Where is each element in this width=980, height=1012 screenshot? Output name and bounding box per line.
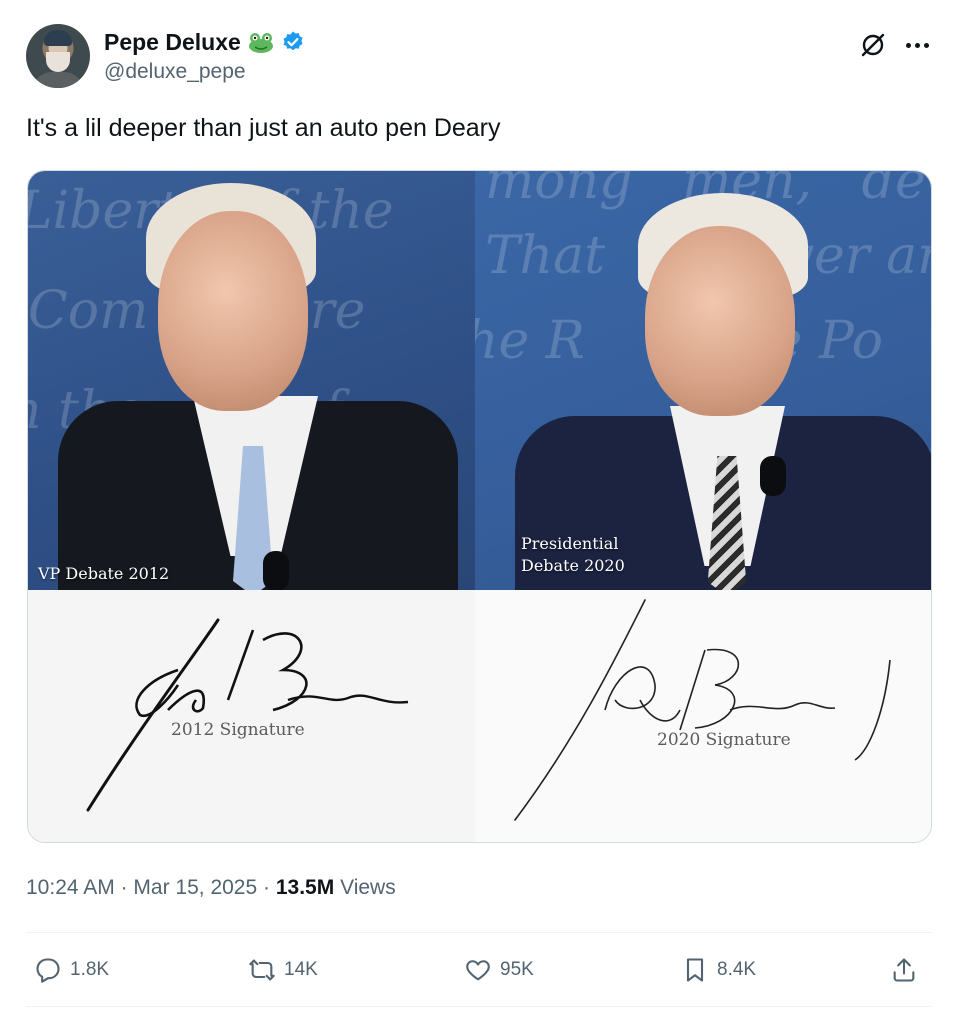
right-debate-photo: mong men, de That ever an he R the Po Pr… bbox=[475, 171, 931, 590]
right-photo-label-line1: Presidential bbox=[521, 534, 619, 553]
avatar[interactable] bbox=[26, 24, 90, 88]
grok-icon[interactable] bbox=[860, 32, 886, 58]
meta-separator: · bbox=[263, 876, 271, 899]
share-button[interactable] bbox=[890, 950, 918, 990]
reply-icon bbox=[36, 958, 60, 983]
like-button[interactable]: 95K bbox=[464, 950, 534, 990]
left-debate-photo: Liberty of the Com its are n the ers of … bbox=[28, 171, 475, 590]
right-photo-label-line2: Debate 2020 bbox=[521, 556, 625, 575]
meta-separator: · bbox=[120, 876, 128, 899]
frog-emoji-icon bbox=[247, 31, 275, 53]
author-names: Pepe Deluxe @deluxe_pepe bbox=[104, 28, 305, 84]
heart-icon bbox=[466, 960, 490, 981]
right-photo-label: Presidential Debate 2020 bbox=[521, 533, 625, 577]
repost-count: 14K bbox=[284, 959, 318, 980]
left-photo-label: VP Debate 2012 bbox=[38, 564, 170, 583]
tweet-header: Pepe Deluxe @deluxe_pepe bbox=[26, 24, 936, 94]
bookmark-icon bbox=[686, 958, 704, 982]
tweet-meta: 10:24 AM · Mar 15, 2025 · 13.5M Views bbox=[26, 876, 396, 900]
repost-icon bbox=[249, 959, 275, 981]
more-options-icon[interactable] bbox=[902, 32, 932, 58]
action-bar: 1.8K 14K 95K 8.4K bbox=[26, 950, 932, 990]
views-count: 13.5M bbox=[275, 876, 335, 899]
divider bbox=[26, 1006, 932, 1007]
reply-button[interactable]: 1.8K bbox=[34, 950, 109, 990]
author-handle[interactable]: @deluxe_pepe bbox=[104, 60, 305, 84]
divider bbox=[26, 932, 932, 933]
like-count: 95K bbox=[500, 959, 534, 980]
signatures-panel: 2012 Signature 2020 Signature bbox=[28, 590, 931, 842]
repost-button[interactable]: 14K bbox=[248, 950, 318, 990]
right-signature-caption: 2020 Signature bbox=[657, 730, 791, 750]
right-signature: 2020 Signature bbox=[475, 590, 931, 842]
reply-count: 1.8K bbox=[70, 959, 110, 980]
bookmark-button[interactable]: 8.4K bbox=[681, 950, 756, 990]
tweet-text: It's a lil deeper than just an auto pen … bbox=[26, 114, 501, 142]
tweet-time[interactable]: 10:24 AM bbox=[26, 876, 115, 899]
bookmark-count: 8.4K bbox=[717, 959, 757, 980]
verified-badge-icon[interactable] bbox=[281, 30, 305, 54]
left-signature-caption: 2012 Signature bbox=[171, 720, 305, 740]
tweet-media-image[interactable]: Liberty of the Com its are n the ers of … bbox=[27, 170, 932, 843]
author-display-name[interactable]: Pepe Deluxe bbox=[104, 29, 241, 56]
share-icon bbox=[893, 958, 915, 982]
views-label: Views bbox=[340, 876, 396, 899]
tweet-date[interactable]: Mar 15, 2025 bbox=[133, 876, 257, 899]
left-signature: 2012 Signature bbox=[28, 590, 475, 842]
